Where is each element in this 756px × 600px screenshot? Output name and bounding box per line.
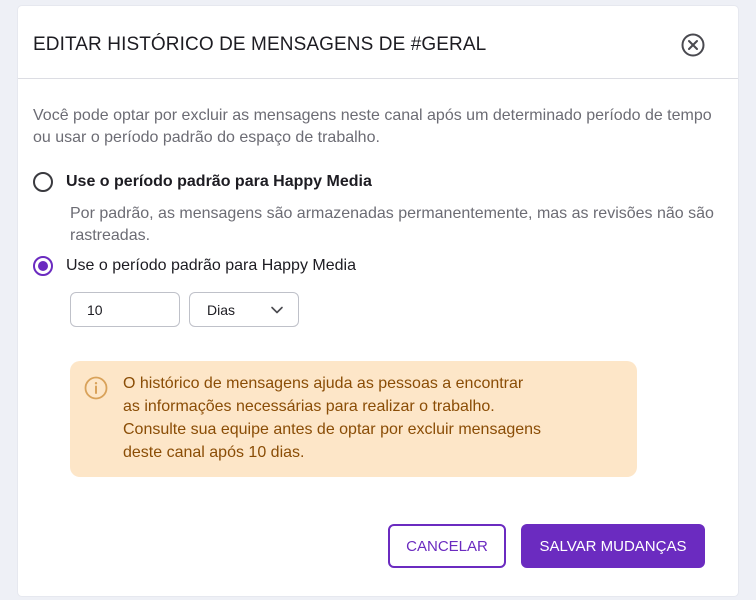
- radio-unselected[interactable]: [33, 172, 53, 192]
- retention-unit-value: Dias: [207, 301, 236, 318]
- cancel-button[interactable]: CANCELAR: [388, 524, 506, 568]
- alert-line: as informações necessárias para realizar…: [123, 398, 495, 415]
- save-changes-button[interactable]: SALVAR MUDANÇAS: [521, 524, 705, 568]
- close-circle-icon: [681, 33, 705, 57]
- option-custom-period[interactable]: Use o período padrão para Happy Media: [33, 253, 356, 279]
- alert-message: O histórico de mensagens ajuda as pessoa…: [123, 372, 623, 464]
- warning-alert: O histórico de mensagens ajuda as pessoa…: [70, 361, 637, 477]
- option-description: Por padrão, as mensagens são armazenadas…: [70, 205, 714, 244]
- dialog-description: Você pode optar por excluir as mensagens…: [33, 107, 712, 146]
- dialog-title: EDITAR HISTÓRICO DE MENSAGENS DE #GERAL: [33, 34, 487, 55]
- option-label: Use o período padrão para Happy Media: [66, 173, 372, 190]
- alert-line: deste canal após 10 dias.: [123, 444, 305, 461]
- retention-value-input[interactable]: [70, 292, 180, 327]
- edit-message-history-dialog: EDITAR HISTÓRICO DE MENSAGENS DE #GERAL …: [18, 6, 738, 596]
- retention-unit-select[interactable]: Dias: [189, 292, 299, 327]
- alert-line: O histórico de mensagens ajuda as pessoa…: [123, 375, 524, 392]
- option-workspace-default[interactable]: Use o período padrão para Happy Media: [33, 169, 372, 195]
- info-icon: [84, 376, 108, 400]
- close-button[interactable]: [680, 32, 706, 58]
- option-label: Use o período padrão para Happy Media: [66, 257, 356, 274]
- radio-selected[interactable]: [33, 256, 53, 276]
- dialog-header: EDITAR HISTÓRICO DE MENSAGENS DE #GERAL: [18, 6, 738, 79]
- chevron-down-icon: [271, 306, 283, 313]
- alert-line: Consulte sua equipe antes de optar por e…: [123, 421, 542, 438]
